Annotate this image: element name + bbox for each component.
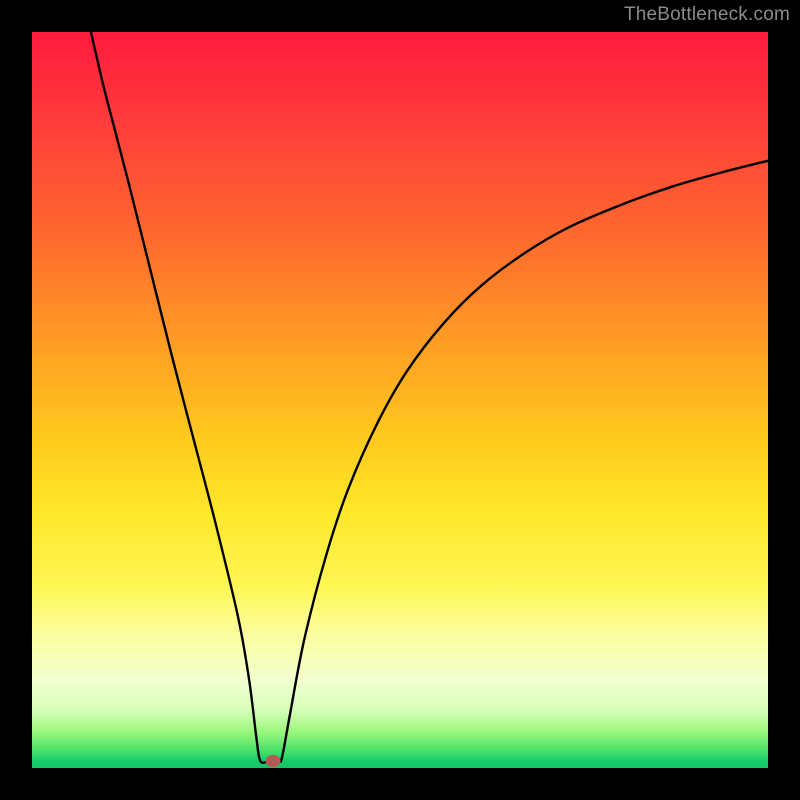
chart-stage: TheBottleneck.com (0, 0, 800, 800)
watermark-text: TheBottleneck.com (624, 4, 790, 26)
bottleneck-curve-svg (32, 32, 768, 768)
optimum-marker (266, 755, 281, 767)
bottleneck-curve-path (91, 32, 768, 763)
